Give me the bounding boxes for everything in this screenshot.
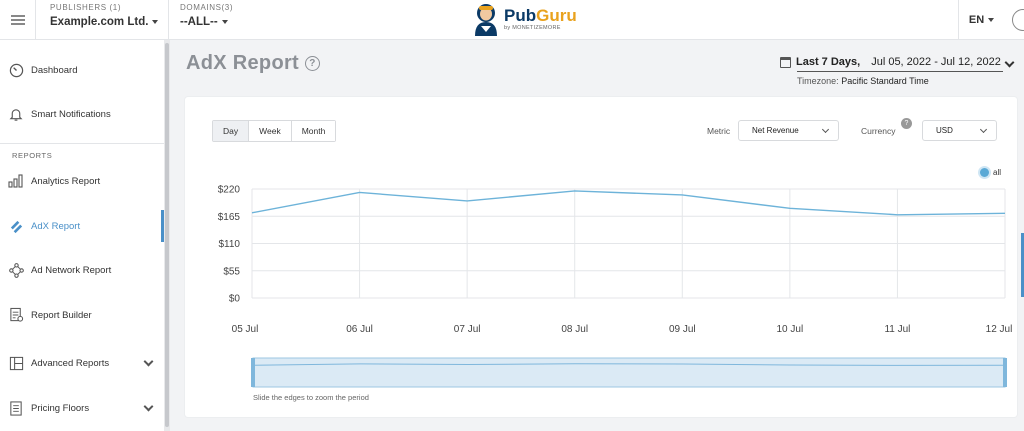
divider (0, 143, 166, 144)
network-icon (8, 262, 24, 278)
currency-label: Currency (861, 126, 896, 136)
top-bar: PUBLISHERS (1) Example.com Ltd. DOMAINS(… (0, 0, 1024, 40)
metric-select[interactable]: Net Revenue (738, 120, 839, 141)
legend-label: all (993, 168, 1002, 177)
sidebar-item-label: Analytics Report (31, 175, 101, 187)
chevron-down-icon (143, 401, 154, 412)
sidebar-item-label: Dashboard (31, 64, 78, 76)
sidebar-item-label: Smart Notifications (31, 108, 111, 120)
sidebar: Dashboard Smart Notifications REPORTS An… (0, 40, 166, 431)
page-title-text: AdX Report (186, 52, 299, 74)
date-range-dates: Jul 05, 2022 - Jul 12, 2022 (871, 56, 1001, 68)
sidebar-item-advanced-reports[interactable]: Advanced Reports (0, 348, 166, 378)
builder-icon (8, 307, 24, 323)
caret-down-icon (988, 18, 995, 22)
chevron-down-icon (979, 125, 988, 134)
chevron-down-icon (143, 356, 154, 367)
layout-icon (8, 355, 24, 371)
chart-card (185, 97, 1017, 417)
sidebar-scrollbar-thumb[interactable] (165, 43, 169, 427)
logo-subtitle: by MONETIZEMORE (504, 25, 561, 31)
sidebar-item-analytics-report[interactable]: Analytics Report (0, 166, 166, 196)
help-icon[interactable]: ? (305, 56, 320, 71)
language-value: EN (968, 14, 985, 26)
sidebar-item-adx-report[interactable]: AdX Report (0, 210, 166, 242)
currency-help-icon[interactable]: ? (901, 118, 912, 129)
adx-icon (8, 218, 24, 234)
domain-selector[interactable]: DOMAINS(3) --ALL-- (180, 3, 233, 28)
bell-icon (8, 106, 24, 122)
publisher-selector[interactable]: PUBLISHERS (1) Example.com Ltd. (50, 3, 159, 28)
sidebar-item-pricing-floors[interactable]: Pricing Floors (0, 393, 166, 423)
sidebar-item-ad-network-report[interactable]: Ad Network Report (0, 255, 166, 285)
period-month-button[interactable]: Month (291, 121, 336, 141)
chevron-down-icon[interactable] (1004, 57, 1015, 68)
timezone: Timezone: Pacific Standard Time (797, 76, 929, 86)
sidebar-item-smart-notifications[interactable]: Smart Notifications (0, 99, 166, 129)
chart-legend[interactable]: all (980, 168, 1001, 177)
sidebar-item-dashboard[interactable]: Dashboard (0, 55, 166, 85)
caret-down-icon (152, 20, 159, 24)
sidebar-item-label: Report Builder (31, 309, 92, 321)
timezone-value: Pacific Standard Time (841, 76, 929, 86)
period-day-button[interactable]: Day (213, 121, 250, 141)
date-range-underline (797, 71, 1003, 72)
chevron-down-icon (821, 125, 830, 134)
metric-label: Metric (707, 126, 731, 136)
sidebar-item-label: AdX Report (31, 220, 81, 232)
menu-toggle-button[interactable] (0, 0, 36, 40)
currency-value: USD (936, 126, 953, 135)
user-avatar-icon[interactable] (1012, 9, 1024, 31)
sidebar-item-report-builder[interactable]: Report Builder (0, 300, 166, 330)
divider (168, 0, 169, 40)
domain-value: --ALL-- (180, 16, 218, 28)
domains-label: DOMAINS(3) (180, 3, 234, 12)
document-icon (8, 400, 24, 416)
currency-select[interactable]: USD (922, 120, 997, 141)
period-toggle: Day Week Month (212, 120, 337, 142)
page-title: AdX Report ? (186, 52, 320, 75)
metric-value: Net Revenue (752, 126, 799, 135)
section-label-reports: REPORTS (12, 151, 53, 160)
timezone-label: Timezone: (797, 76, 839, 86)
logo-name: PubGuru (504, 6, 577, 25)
guru-mascot-icon (475, 4, 497, 36)
sidebar-item-label: Pricing Floors (31, 402, 90, 414)
sidebar-item-label: Ad Network Report (31, 264, 112, 276)
sidebar-item-label: Advanced Reports (31, 357, 110, 369)
caret-down-icon (221, 20, 228, 24)
period-week-button[interactable]: Week (249, 121, 292, 141)
date-range-label: Last 7 Days, (796, 56, 861, 68)
language-selector[interactable]: EN (958, 0, 1004, 40)
navigator-hint: Slide the edges to zoom the period (253, 393, 369, 402)
date-range-picker[interactable]: Last 7 Days, Jul 05, 2022 - Jul 12, 2022 (780, 56, 1001, 68)
legend-marker (980, 168, 989, 177)
hamburger-icon (10, 19, 25, 21)
calendar-icon (780, 56, 791, 68)
pubguru-logo[interactable]: PubGuru by MONETIZEMORE (472, 2, 577, 36)
publisher-value: Example.com Ltd. (50, 16, 149, 28)
gauge-icon (8, 62, 24, 78)
publishers-label: PUBLISHERS (1) (50, 3, 122, 12)
bar-chart-icon (8, 173, 24, 189)
